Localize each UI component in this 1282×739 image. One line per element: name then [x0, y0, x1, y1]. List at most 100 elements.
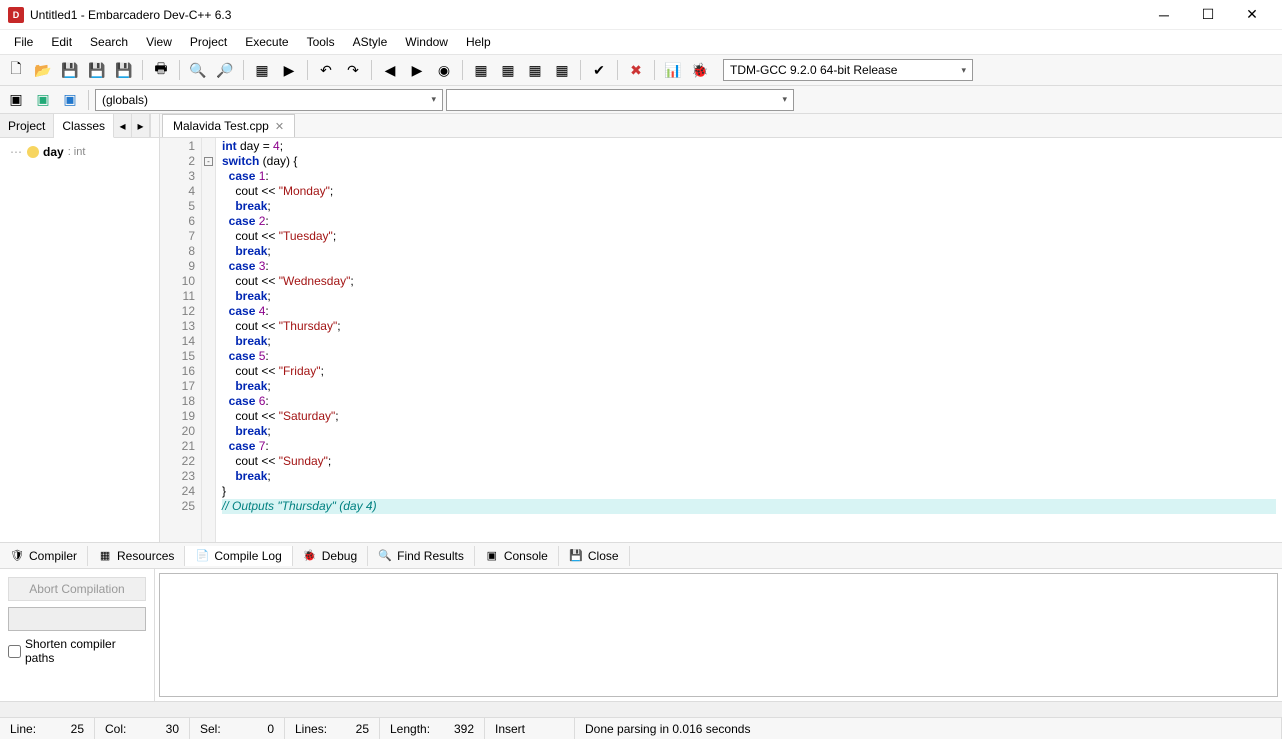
abort-compilation-button[interactable]: Abort Compilation: [8, 577, 146, 601]
check-button[interactable]: ✔: [587, 58, 611, 82]
menu-astyle[interactable]: AStyle: [345, 33, 396, 51]
sidebar-nav-left[interactable]: ◂: [114, 114, 132, 137]
grid1-button[interactable]: ▦: [469, 58, 493, 82]
grid2-button[interactable]: ▦: [496, 58, 520, 82]
new-file-button[interactable]: 🗋: [4, 58, 28, 82]
file-tab[interactable]: Malavida Test.cpp ✕: [162, 114, 295, 137]
save-all-button[interactable]: 💾: [85, 58, 109, 82]
file-tabs: Malavida Test.cpp ✕: [160, 114, 1282, 138]
grid4-button[interactable]: ▦: [550, 58, 574, 82]
run-button[interactable]: ▶: [277, 58, 301, 82]
compile-button[interactable]: ▦: [250, 58, 274, 82]
toolbar-separator: [580, 60, 581, 80]
sidebar-tabs: Project Classes ◂ ▸: [0, 114, 159, 138]
fold-gutter[interactable]: -: [202, 138, 216, 542]
toolbar-separator: [654, 60, 655, 80]
maximize-button[interactable]: ☐: [1186, 1, 1230, 29]
blank-button[interactable]: [8, 607, 146, 631]
code-editor[interactable]: 1234567891011121314151617181920212223242…: [160, 138, 1282, 542]
sidebar-tab-classes[interactable]: Classes: [54, 114, 114, 138]
tab-icon: 🔍: [378, 549, 392, 563]
status-line-value: 25: [71, 722, 84, 736]
toolbar-separator: [88, 90, 89, 110]
variable-icon: [27, 146, 39, 158]
symbol-combo[interactable]: ▾: [446, 89, 794, 111]
status-length-value: 392: [454, 722, 474, 736]
menu-edit[interactable]: Edit: [43, 33, 80, 51]
save-button[interactable]: 💾: [58, 58, 82, 82]
compile-log-output[interactable]: [159, 573, 1278, 697]
status-sel-label: Sel:: [200, 722, 221, 736]
toolbar-separator: [142, 60, 143, 80]
bottom-tab-close[interactable]: 💾Close: [559, 546, 630, 566]
bottom-tab-compile-log[interactable]: 📄Compile Log: [185, 546, 292, 566]
code-lines[interactable]: int day = 4;switch (day) { case 1: cout …: [216, 138, 1282, 542]
menu-help[interactable]: Help: [458, 33, 499, 51]
tab-icon: ▦: [98, 549, 112, 563]
replace-button[interactable]: 🔎: [213, 58, 237, 82]
status-message: Done parsing in 0.016 seconds: [585, 722, 750, 736]
nav-bookmark3-button[interactable]: ▣: [58, 88, 82, 112]
status-col-label: Col:: [105, 722, 126, 736]
tab-icon: ▣: [485, 549, 499, 563]
minimize-button[interactable]: ─: [1142, 1, 1186, 29]
tab-label: Compile Log: [214, 549, 281, 563]
menu-window[interactable]: Window: [397, 33, 456, 51]
tab-label: Resources: [117, 549, 174, 563]
menu-project[interactable]: Project: [182, 33, 235, 51]
compiler-select[interactable]: TDM-GCC 9.2.0 64-bit Release ▾: [723, 59, 973, 81]
bottom-tabs: 🛡Compiler ▦ Resources 📄Compile Log🐞Debug 🔍 Fi…: [0, 543, 1282, 569]
tab-icon: 🛡: [10, 549, 24, 563]
horizontal-scrollbar[interactable]: [0, 701, 1282, 717]
close-window-button[interactable]: ✕: [1230, 1, 1274, 29]
chevron-down-icon: ▾: [961, 65, 966, 76]
redo-button[interactable]: ↷: [341, 58, 365, 82]
tab-icon: 🐞: [303, 549, 317, 563]
scope-combo[interactable]: (globals) ▾: [95, 89, 443, 111]
sidebar-nav-right[interactable]: ▸: [132, 114, 150, 137]
chevron-down-icon: ▾: [782, 94, 787, 105]
titlebar: D Untitled1 - Embarcadero Dev-C++ 6.3 ─ …: [0, 0, 1282, 30]
sidebar-tab-project[interactable]: Project: [0, 114, 54, 137]
find-button[interactable]: 🔍: [186, 58, 210, 82]
stop-button[interactable]: ✖: [624, 58, 648, 82]
menu-tools[interactable]: Tools: [299, 33, 343, 51]
print-button[interactable]: 🖶: [149, 58, 173, 82]
grid3-button[interactable]: ▦: [523, 58, 547, 82]
tree-item[interactable]: ⋯ day : int: [4, 144, 155, 160]
back-button[interactable]: ◀: [378, 58, 402, 82]
bottom-tab-console[interactable]: ▣Console: [475, 546, 559, 566]
open-file-button[interactable]: 📂: [31, 58, 55, 82]
menu-file[interactable]: File: [6, 33, 41, 51]
shorten-paths-checkbox[interactable]: Shorten compiler paths: [8, 637, 146, 665]
nav-bookmark1-button[interactable]: ▣: [4, 88, 28, 112]
bookmark-button[interactable]: ◉: [432, 58, 456, 82]
compile-controls: Abort Compilation Shorten compiler paths: [0, 569, 155, 701]
menu-search[interactable]: Search: [82, 33, 136, 51]
file-tab-label: Malavida Test.cpp: [173, 119, 269, 133]
debug-button[interactable]: 🐞: [688, 58, 712, 82]
tab-label: Find Results: [397, 549, 464, 563]
statusbar: Line: 25 Col: 30 Sel: 0 Lines: 25 Length…: [0, 717, 1282, 739]
close-tab-icon[interactable]: ✕: [275, 120, 284, 133]
bottom-tab-resources[interactable]: ▦ Resources: [88, 546, 185, 566]
main-toolbar: 🗋 📂 💾 💾 💾 🖶 🔍 🔎 ▦ ▶ ↶ ↷ ◀ ▶ ◉ ▦ ▦ ▦ ▦ ✔ …: [0, 54, 1282, 86]
nav-bookmark2-button[interactable]: ▣: [31, 88, 55, 112]
undo-button[interactable]: ↶: [314, 58, 338, 82]
shorten-paths-input[interactable]: [8, 645, 21, 658]
menu-view[interactable]: View: [138, 33, 180, 51]
forward-button[interactable]: ▶: [405, 58, 429, 82]
bottom-tab-find-results[interactable]: 🔍 Find Results: [368, 546, 475, 566]
bottom-body: Abort Compilation Shorten compiler paths: [0, 569, 1282, 701]
bottom-tab-debug[interactable]: 🐞Debug: [293, 546, 368, 566]
chevron-down-icon: ▾: [431, 94, 436, 105]
menu-execute[interactable]: Execute: [237, 33, 296, 51]
status-lines-value: 25: [356, 722, 369, 736]
bottom-tab-compiler[interactable]: 🛡Compiler: [0, 546, 88, 566]
toolbar-separator: [307, 60, 308, 80]
toolbar-separator: [179, 60, 180, 80]
save-as-button[interactable]: 💾: [112, 58, 136, 82]
profile-button[interactable]: 📊: [661, 58, 685, 82]
menubar: FileEditSearchViewProjectExecuteToolsASt…: [0, 30, 1282, 54]
toolbar-separator: [462, 60, 463, 80]
